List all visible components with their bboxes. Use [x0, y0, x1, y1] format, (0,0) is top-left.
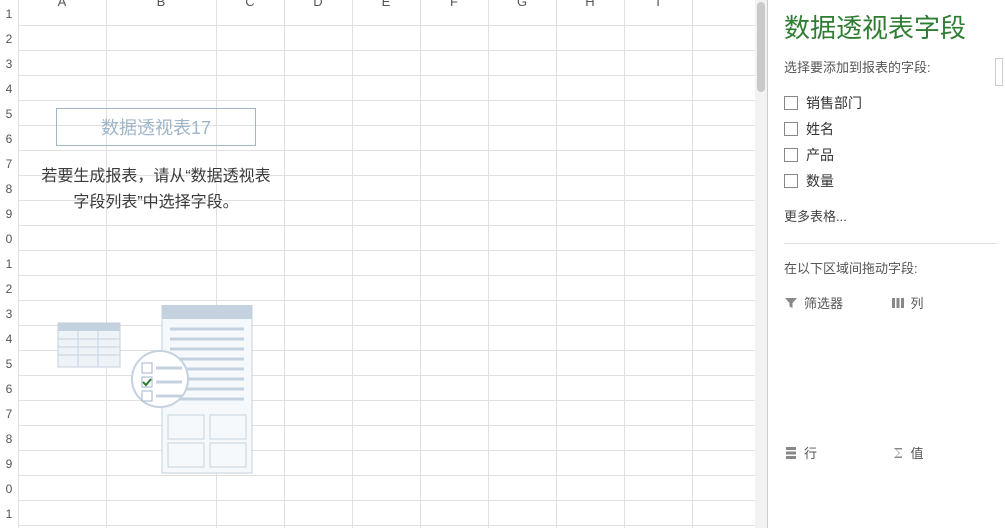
- row-header[interactable]: 7: [0, 157, 18, 171]
- row-header[interactable]: 6: [0, 382, 18, 396]
- pivottable-hint: 若要生成报表，请从“数据透视表字段列表”中选择字段。: [28, 164, 284, 215]
- pane-subtitle: 选择要添加到报表的字段:: [784, 57, 997, 76]
- vertical-scrollbar[interactable]: [755, 0, 767, 528]
- row-header[interactable]: 5: [0, 107, 18, 121]
- row-header[interactable]: 7: [0, 407, 18, 421]
- pane-title: 数据透视表字段: [784, 8, 997, 45]
- row-header[interactable]: 6: [0, 132, 18, 146]
- funnel-icon: [784, 296, 798, 310]
- columns-zone[interactable]: 列: [891, 291, 998, 441]
- checkbox[interactable]: [784, 122, 798, 136]
- row-header[interactable]: 1: [0, 7, 18, 21]
- pivottable-illustration: [56, 305, 256, 475]
- filters-zone[interactable]: 筛选器: [784, 291, 891, 441]
- column-header[interactable]: B: [106, 0, 216, 14]
- pivottable-fields-pane: 数据透视表字段 选择要添加到报表的字段: 销售部门姓名产品数量 更多表格... …: [768, 0, 1005, 528]
- column-header[interactable]: E: [352, 0, 420, 14]
- field-label: 姓名: [806, 119, 834, 139]
- field-item[interactable]: 数量: [784, 168, 997, 194]
- row-header[interactable]: 1: [0, 507, 18, 521]
- field-item[interactable]: 姓名: [784, 116, 997, 142]
- row-header[interactable]: 8: [0, 432, 18, 446]
- row-header[interactable]: 9: [0, 457, 18, 471]
- columns-icon: [891, 296, 905, 310]
- field-label: 产品: [806, 145, 834, 165]
- drag-hint: 在以下区域间拖动字段:: [784, 258, 997, 277]
- row-header[interactable]: 4: [0, 82, 18, 96]
- values-zone[interactable]: 值: [891, 441, 998, 511]
- column-header[interactable]: F: [420, 0, 488, 14]
- columns-label: 列: [911, 293, 924, 312]
- row-header[interactable]: 8: [0, 182, 18, 196]
- rows-zone[interactable]: 行: [784, 441, 891, 511]
- field-item[interactable]: 产品: [784, 142, 997, 168]
- pivottable-name: 数据透视表17: [56, 108, 256, 146]
- spreadsheet-grid[interactable]: ABCDEFGHI 1 2 3 4 5 6 7 8 9 0 1 2 3 4 5 6 7 8 9 0 1 数据透视表17 …: [0, 0, 768, 528]
- row-header[interactable]: 1: [0, 257, 18, 271]
- column-header[interactable]: G: [488, 0, 556, 14]
- divider: [784, 243, 997, 244]
- row-header[interactable]: 3: [0, 57, 18, 71]
- field-label: 数量: [806, 171, 834, 191]
- rows-icon: [784, 446, 798, 460]
- filters-label: 筛选器: [804, 293, 843, 312]
- drop-zones: 筛选器 列 行 值: [784, 291, 997, 511]
- field-label: 销售部门: [806, 93, 862, 113]
- column-header[interactable]: I: [624, 0, 692, 14]
- row-header[interactable]: 2: [0, 32, 18, 46]
- column-header[interactable]: A: [18, 0, 106, 14]
- sigma-icon: [891, 446, 905, 460]
- scrollbar-thumb[interactable]: [757, 2, 765, 92]
- column-header[interactable]: H: [556, 0, 624, 14]
- checkbox[interactable]: [784, 148, 798, 162]
- column-header[interactable]: D: [284, 0, 352, 14]
- field-item[interactable]: 销售部门: [784, 90, 997, 116]
- row-header[interactable]: 0: [0, 232, 18, 246]
- row-header[interactable]: 0: [0, 482, 18, 496]
- row-header[interactable]: 9: [0, 207, 18, 221]
- rows-label: 行: [804, 443, 817, 462]
- pane-settings-button[interactable]: [995, 58, 1003, 86]
- field-list: 销售部门姓名产品数量: [784, 90, 997, 194]
- values-label: 值: [911, 443, 924, 462]
- checkbox[interactable]: [784, 96, 798, 110]
- column-header[interactable]: C: [216, 0, 284, 14]
- row-header[interactable]: 5: [0, 357, 18, 371]
- pivottable-placeholder[interactable]: 数据透视表17 若要生成报表，请从“数据透视表字段列表”中选择字段。: [28, 98, 284, 513]
- row-header[interactable]: 3: [0, 307, 18, 321]
- row-header[interactable]: 4: [0, 332, 18, 346]
- checkbox[interactable]: [784, 174, 798, 188]
- row-header[interactable]: 2: [0, 282, 18, 296]
- more-tables-link[interactable]: 更多表格...: [784, 206, 997, 225]
